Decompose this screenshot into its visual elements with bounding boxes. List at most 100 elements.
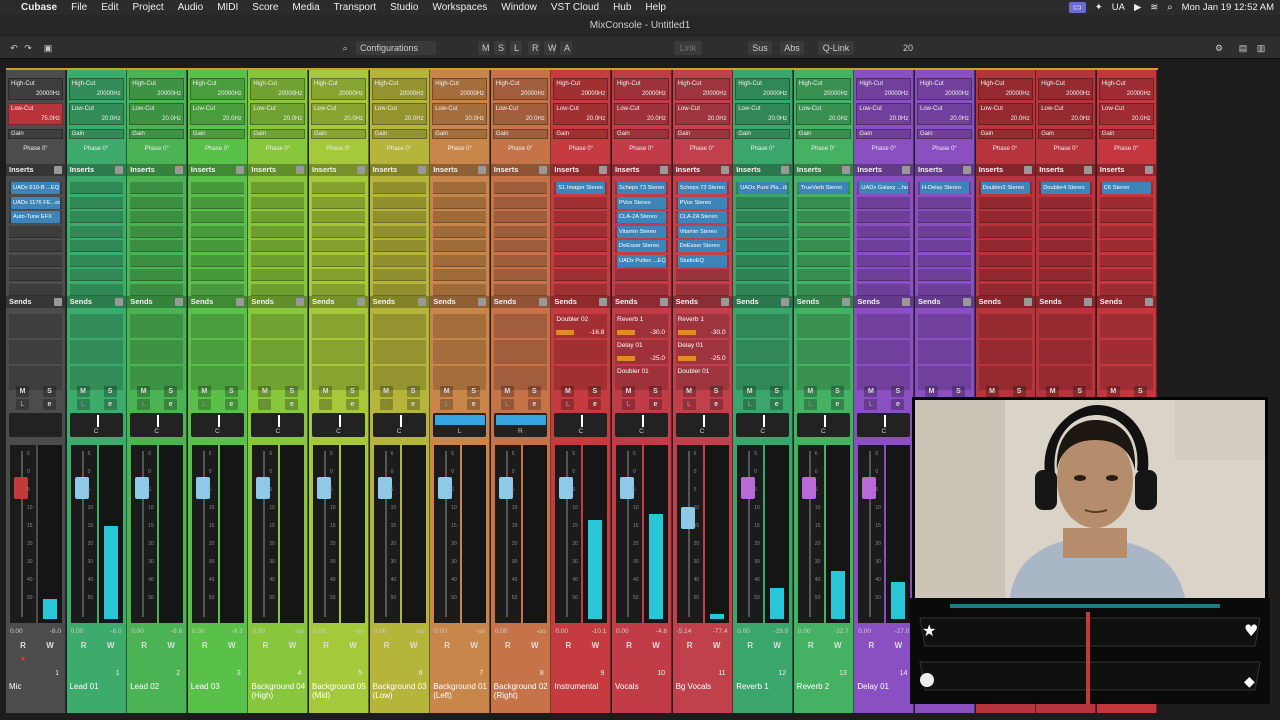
insert-slot[interactable] (190, 283, 244, 296)
listen-button[interactable]: L (137, 399, 151, 410)
send-slot[interactable] (251, 340, 305, 364)
insert-slot[interactable] (130, 196, 184, 209)
ua-status[interactable]: UA (1112, 2, 1125, 13)
solo-button[interactable]: S (164, 386, 178, 397)
fader-value[interactable]: 0.00 (313, 628, 326, 635)
listen-button[interactable]: L (76, 399, 90, 410)
insert-plugin[interactable]: DeEsser Stereo (617, 240, 666, 252)
insert-plugin[interactable]: CLA-2A Stereo (617, 211, 666, 223)
search-icon[interactable]: ⌕ (338, 41, 352, 55)
channel-name[interactable]: Delay 01 (854, 682, 913, 712)
high-cut-box[interactable]: High-Cut 20000Hz (311, 78, 366, 100)
write-button[interactable]: W (890, 640, 906, 651)
peak-value[interactable]: -29.9 (773, 628, 788, 635)
inserts-header[interactable]: Inserts (975, 164, 1035, 176)
menu-midi[interactable]: MIDI (210, 2, 245, 13)
insert-slot[interactable]: S1 Imager Stereo (554, 182, 608, 194)
fader-knob[interactable] (620, 477, 634, 499)
read-button[interactable]: R (560, 640, 576, 651)
insert-slot[interactable] (9, 225, 62, 238)
insert-plugin[interactable]: Scheps 73 Stereo (677, 182, 727, 194)
channel-name[interactable]: Bg Vocals (673, 682, 732, 712)
insert-plugin[interactable]: StudioEQ (677, 254, 727, 267)
send-slot[interactable] (493, 314, 547, 338)
channel-name[interactable]: Background 03 (Low) (370, 682, 429, 712)
insert-slot[interactable] (130, 269, 184, 281)
insert-slot[interactable]: PVox Stereo (675, 196, 729, 209)
insert-slot[interactable] (251, 225, 305, 238)
sends-header[interactable]: Sends (248, 296, 308, 308)
undo-icon[interactable]: ↶ (8, 41, 20, 55)
insert-slot[interactable] (1039, 211, 1093, 223)
settings-gear-icon[interactable]: ⚙ (1212, 41, 1226, 55)
insert-slot[interactable] (1039, 196, 1093, 209)
insert-slot[interactable] (69, 283, 123, 296)
edit-button[interactable]: e (346, 399, 359, 410)
insert-slot[interactable] (857, 211, 911, 223)
edit-button[interactable]: e (285, 399, 299, 410)
send-slot[interactable] (796, 314, 850, 338)
pan-control[interactable]: C (251, 413, 305, 437)
insert-plugin[interactable]: Doubler2 Stereo (980, 182, 1030, 194)
insert-plugin[interactable]: Auto-Tune EFX (11, 211, 60, 223)
sends-header[interactable]: Sends (793, 296, 853, 308)
sends-header[interactable]: Sends (672, 296, 732, 308)
insert-slot[interactable] (1039, 283, 1093, 296)
listen-button[interactable]: L (500, 399, 514, 410)
send-slot[interactable] (554, 340, 608, 364)
menu-audio[interactable]: Audio (171, 2, 211, 13)
gain-slider[interactable]: Gain (553, 129, 609, 139)
insert-slot[interactable] (493, 225, 547, 238)
peak-value[interactable]: -oo (476, 628, 485, 635)
sends-settings-icon[interactable] (357, 298, 365, 306)
read-button[interactable]: R (257, 640, 273, 651)
insert-slot[interactable] (736, 254, 790, 267)
phase-label[interactable]: Phase 0° (67, 146, 126, 152)
sends-settings-icon[interactable] (296, 298, 305, 306)
insert-slot[interactable] (978, 225, 1032, 238)
insert-slot[interactable]: Vitamin Stereo (675, 225, 729, 238)
low-cut-box[interactable]: Low-Cut 20.0Hz (1038, 103, 1094, 125)
insert-slot[interactable] (857, 225, 911, 238)
low-cut-box[interactable]: Low-Cut 20.0Hz (68, 103, 124, 125)
high-cut-box[interactable]: High-Cut 20000Hz (795, 78, 851, 100)
write-button[interactable]: W (103, 640, 119, 651)
insert-slot[interactable] (251, 254, 305, 267)
channel-name[interactable]: Mic (6, 682, 65, 712)
insert-slot[interactable] (918, 225, 971, 238)
sends-settings-icon[interactable] (417, 298, 426, 306)
insert-slot[interactable] (69, 240, 123, 252)
listen-button[interactable]: L (379, 399, 393, 410)
pan-control[interactable]: C (130, 413, 184, 437)
fader-knob[interactable] (438, 477, 453, 499)
insert-slot[interactable] (433, 240, 487, 252)
inserts-settings-icon[interactable] (660, 166, 668, 174)
fader-knob[interactable] (135, 477, 150, 499)
insert-slot[interactable] (130, 240, 184, 252)
insert-slot[interactable] (190, 254, 244, 267)
insert-slot[interactable] (554, 211, 608, 223)
read-button[interactable]: R (621, 640, 637, 651)
listen-all-button[interactable]: L (510, 41, 522, 55)
phase-label[interactable]: Phase 0° (370, 146, 429, 152)
fader-knob[interactable] (862, 477, 877, 499)
channel-name[interactable]: Instrumental (551, 682, 610, 712)
low-cut-box[interactable]: Low-Cut 20.0Hz (917, 103, 972, 125)
insert-slot[interactable] (1099, 254, 1153, 267)
sus-button[interactable]: Sus (748, 41, 772, 55)
sends-header[interactable]: Sends (309, 296, 368, 308)
pan-control[interactable]: C (372, 413, 426, 437)
sends-header[interactable]: Sends (854, 296, 914, 308)
volume-fader[interactable]: 6 0 5 10 15 20 30 40 50 (616, 445, 642, 623)
fader-value[interactable]: 0.00 (798, 628, 811, 635)
volume-fader[interactable]: 6 0 5 10 15 20 30 40 50 (676, 445, 703, 623)
pan-control[interactable]: C (69, 413, 123, 437)
mute-button[interactable]: M (985, 386, 999, 397)
inserts-settings-icon[interactable] (841, 166, 850, 174)
fader-knob[interactable] (317, 477, 331, 499)
solo-button[interactable]: S (346, 386, 359, 397)
inserts-header[interactable]: Inserts (187, 164, 247, 176)
peak-value[interactable]: -77.4 (713, 628, 728, 635)
insert-plugin[interactable]: DeEsser Stereo (677, 240, 727, 252)
phase-label[interactable]: Phase 0° (248, 146, 307, 152)
